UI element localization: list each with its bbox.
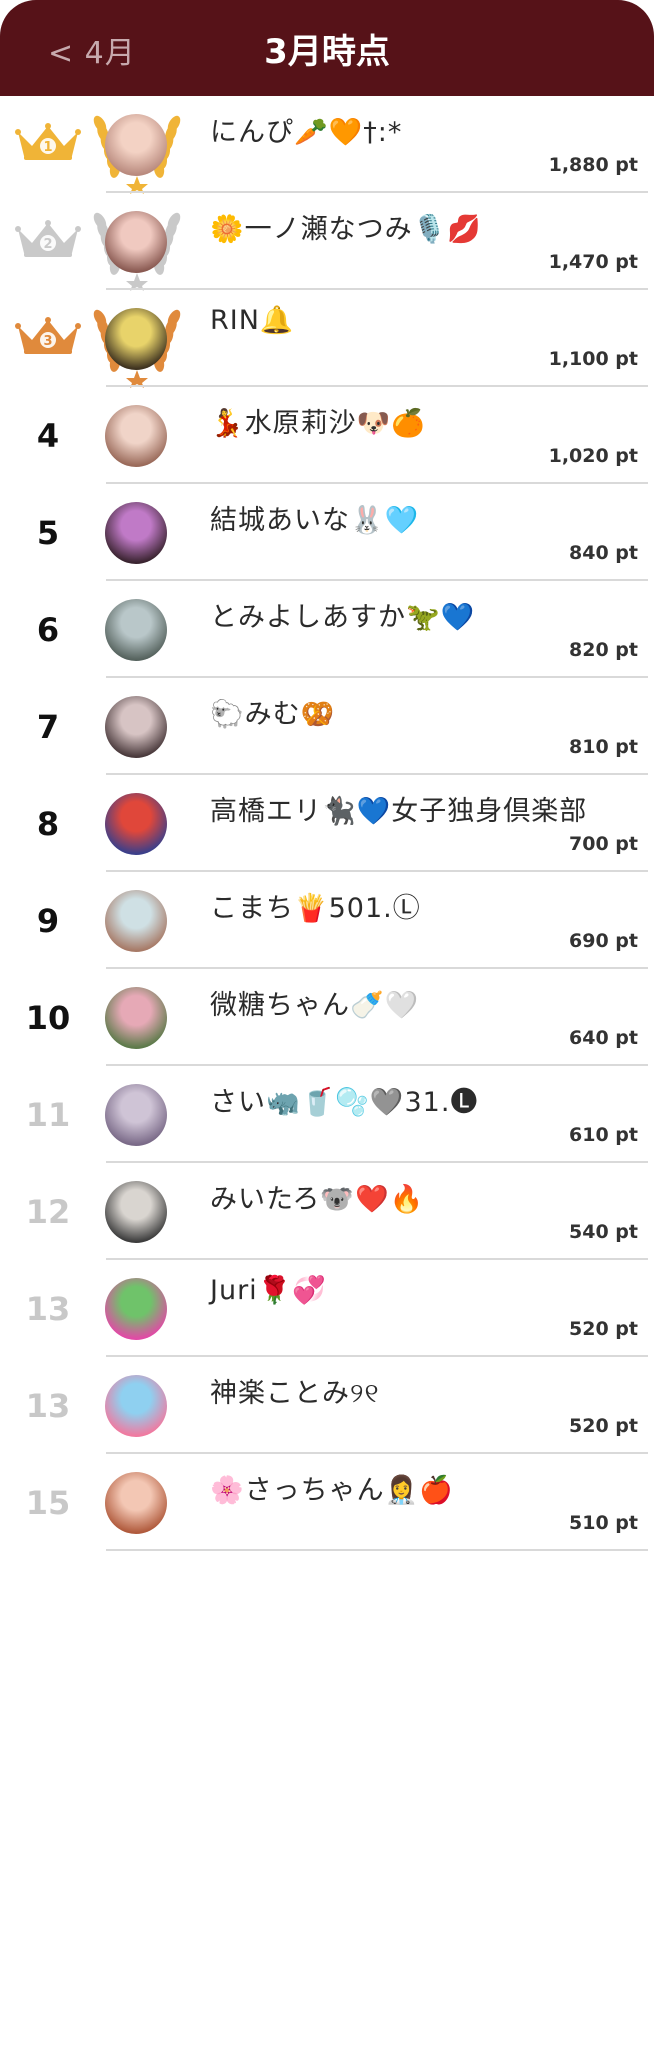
avatar-container[interactable] xyxy=(100,1272,174,1346)
points-value: 840 pt xyxy=(569,542,638,564)
avatar xyxy=(105,1181,167,1243)
rank-number: 12 xyxy=(25,1192,71,1231)
avatar-container[interactable] xyxy=(100,1078,174,1152)
rank-number: 4 xyxy=(36,416,60,455)
bronze-crown-icon: 3 xyxy=(14,316,82,356)
ranking-row[interactable]: 13 Juri🌹💞 520 pt xyxy=(0,1260,654,1357)
ranking-row[interactable]: 10 微糖ちゃん🍼🤍 640 pt xyxy=(0,969,654,1066)
user-name: 神楽ことみ୨୧ xyxy=(210,1378,380,1409)
user-name: 微糖ちゃん🍼🤍 xyxy=(210,990,420,1021)
avatar-container[interactable] xyxy=(100,884,174,958)
ranking-row[interactable]: 5 結城あいな🐰🩵 840 pt xyxy=(0,484,654,581)
user-name: 💃水原莉沙🐶🍊 xyxy=(210,408,426,439)
avatar xyxy=(105,793,167,855)
avatar-container[interactable] xyxy=(93,205,181,291)
header-bar: < 4月 3月時点 xyxy=(0,0,654,96)
rank-number: 13 xyxy=(25,1386,71,1425)
rank-number: 5 xyxy=(36,513,60,552)
ranking-row[interactable]: 4 💃水原莉沙🐶🍊 1,020 pt xyxy=(0,387,654,484)
avatar-container[interactable] xyxy=(100,496,174,570)
points-value: 700 pt xyxy=(569,833,638,855)
user-name: RIN🔔 xyxy=(210,305,295,336)
points-value: 1,880 pt xyxy=(548,154,638,176)
avatar xyxy=(105,114,167,176)
page-title: 3月時点 xyxy=(264,32,390,72)
svg-text:1: 1 xyxy=(43,140,52,155)
avatar xyxy=(105,1278,167,1340)
rank-number: 15 xyxy=(25,1483,71,1522)
avatar-container[interactable] xyxy=(93,302,181,388)
avatar xyxy=(105,599,167,661)
avatar xyxy=(105,1472,167,1534)
user-name: 結城あいな🐰🩵 xyxy=(210,505,420,536)
svg-text:2: 2 xyxy=(43,237,52,252)
avatar xyxy=(105,890,167,952)
avatar xyxy=(105,308,167,370)
user-name: Juri🌹💞 xyxy=(210,1275,327,1306)
points-value: 510 pt xyxy=(569,1512,638,1534)
rank-number: 9 xyxy=(36,901,60,940)
points-value: 610 pt xyxy=(569,1124,638,1146)
ranking-row[interactable]: 15 🌸さっちゃん👩‍⚕️🍎 510 pt xyxy=(0,1454,654,1551)
avatar-container[interactable] xyxy=(100,1175,174,1249)
avatar xyxy=(105,1375,167,1437)
points-value: 1,020 pt xyxy=(548,445,638,467)
avatar xyxy=(105,211,167,273)
avatar xyxy=(105,1084,167,1146)
user-name: 🐑みむ🥨 xyxy=(210,699,336,730)
svg-text:3: 3 xyxy=(43,334,52,349)
silver-crown-icon: 2 xyxy=(14,219,82,259)
rank-number: 13 xyxy=(25,1289,71,1328)
points-value: 820 pt xyxy=(569,639,638,661)
rank-number: 8 xyxy=(36,804,60,843)
user-name: 🌸さっちゃん👩‍⚕️🍎 xyxy=(210,1475,454,1506)
ranking-row[interactable]: 8 高橋エリ🐈‍⬛💙女子独身倶楽部 700 pt xyxy=(0,775,654,872)
ranking-list: 1 にんぴ🥕🧡†:* 1,880 pt 2 🌼一ノ瀬なつみ🎙️💋 1,470 pt … xyxy=(0,96,654,1551)
avatar xyxy=(105,405,167,467)
points-value: 640 pt xyxy=(569,1027,638,1049)
avatar-container[interactable] xyxy=(100,1466,174,1540)
avatar-container[interactable] xyxy=(100,981,174,1055)
avatar xyxy=(105,502,167,564)
ranking-row[interactable]: 7 🐑みむ🥨 810 pt xyxy=(0,678,654,775)
avatar-container[interactable] xyxy=(93,108,181,194)
points-value: 1,100 pt xyxy=(548,348,638,370)
ranking-row[interactable]: 3 RIN🔔 1,100 pt xyxy=(0,290,654,388)
avatar-container[interactable] xyxy=(100,1369,174,1443)
points-value: 810 pt xyxy=(569,736,638,758)
user-name: さい🦏🥤🫧🩶31.🅛 xyxy=(210,1087,479,1118)
points-value: 520 pt xyxy=(569,1318,638,1340)
gold-crown-icon: 1 xyxy=(14,122,82,162)
points-value: 1,470 pt xyxy=(548,251,638,273)
avatar xyxy=(105,987,167,1049)
row-divider xyxy=(106,1549,648,1551)
user-name: 高橋エリ🐈‍⬛💙女子独身倶楽部 xyxy=(210,796,588,827)
avatar xyxy=(105,696,167,758)
rank-number: 7 xyxy=(36,707,60,746)
ranking-row[interactable]: 2 🌼一ノ瀬なつみ🎙️💋 1,470 pt xyxy=(0,193,654,291)
ranking-row[interactable]: 6 とみよしあすか🦖💙 820 pt xyxy=(0,581,654,678)
ranking-row[interactable]: 11 さい🦏🥤🫧🩶31.🅛 610 pt xyxy=(0,1066,654,1163)
rank-number: 10 xyxy=(25,998,71,1037)
user-name: みいたろ🐨❤️🔥 xyxy=(210,1184,425,1215)
avatar-container[interactable] xyxy=(100,593,174,667)
points-value: 540 pt xyxy=(569,1221,638,1243)
avatar-container[interactable] xyxy=(100,399,174,473)
ranking-row[interactable]: 1 にんぴ🥕🧡†:* 1,880 pt xyxy=(0,96,654,194)
points-value: 520 pt xyxy=(569,1415,638,1437)
user-name: にんぴ🥕🧡†:* xyxy=(210,117,403,148)
user-name: こまち🍟501.Ⓛ xyxy=(210,893,421,924)
ranking-row[interactable]: 13 神楽ことみ୨୧ 520 pt xyxy=(0,1357,654,1454)
ranking-row[interactable]: 12 みいたろ🐨❤️🔥 540 pt xyxy=(0,1163,654,1260)
user-name: 🌼一ノ瀬なつみ🎙️💋 xyxy=(210,214,482,245)
points-value: 690 pt xyxy=(569,930,638,952)
avatar-container[interactable] xyxy=(100,690,174,764)
ranking-row[interactable]: 9 こまち🍟501.Ⓛ 690 pt xyxy=(0,872,654,969)
rank-number: 6 xyxy=(36,610,60,649)
avatar-container[interactable] xyxy=(100,787,174,861)
user-name: とみよしあすか🦖💙 xyxy=(210,602,476,633)
rank-number: 11 xyxy=(25,1095,71,1134)
